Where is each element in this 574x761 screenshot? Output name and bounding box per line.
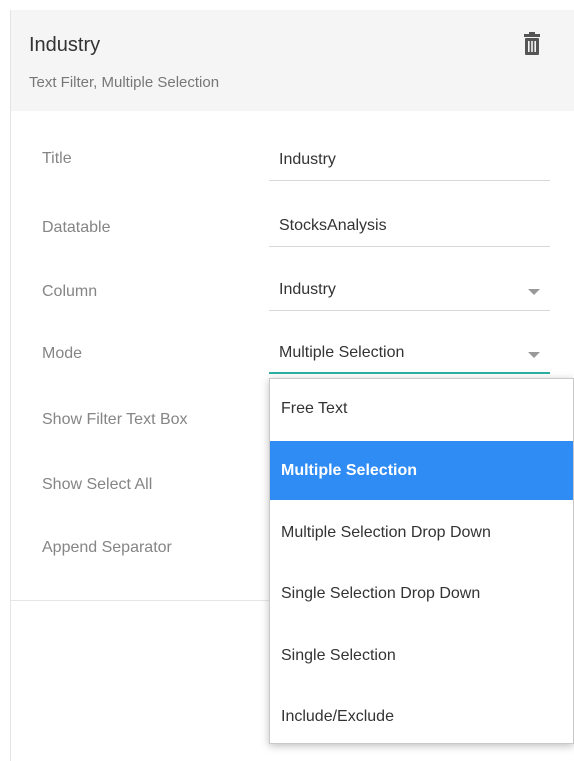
column-label: Column [42, 283, 98, 300]
mode-select[interactable]: Multiple Selection [269, 336, 550, 374]
show-filter-text-box-label: Show Filter Text Box [42, 411, 188, 428]
mode-option-include-exclude[interactable]: Include/Exclude [270, 687, 573, 743]
mode-option-multiple-selection[interactable]: Multiple Selection [270, 441, 573, 500]
title-field-value: Industry [279, 151, 336, 168]
mode-option-single-selection[interactable]: Single Selection [270, 626, 573, 685]
datatable-field[interactable]: StocksAnalysis [269, 209, 550, 247]
datatable-label: Datatable [42, 219, 111, 236]
column-select-value: Industry [279, 281, 336, 298]
datatable-field-value: StocksAnalysis [279, 217, 387, 234]
trash-icon[interactable] [522, 32, 542, 56]
caret-down-icon [528, 289, 540, 295]
title-label: Title [42, 150, 72, 167]
mode-option-single-selection-drop-down[interactable]: Single Selection Drop Down [270, 564, 573, 623]
mode-select-value: Multiple Selection [279, 344, 405, 361]
show-select-all-label: Show Select All [42, 476, 153, 493]
section-divider [11, 600, 271, 601]
mode-option-multiple-selection-drop-down[interactable]: Multiple Selection Drop Down [270, 503, 573, 562]
title-field[interactable]: Industry [269, 143, 550, 181]
caret-down-icon [528, 352, 540, 358]
filter-header: Industry Text Filter, Multiple Selection [11, 10, 574, 111]
column-select[interactable]: Industry [269, 273, 550, 311]
filter-title: Industry [29, 34, 101, 56]
filter-subtitle: Text Filter, Multiple Selection [29, 74, 220, 91]
mode-label: Mode [42, 345, 83, 362]
mode-option-free-text[interactable]: Free Text [270, 379, 573, 438]
mode-dropdown-list[interactable]: Free Text Multiple Selection Multiple Se… [269, 378, 574, 744]
append-separator-label: Append Separator [42, 539, 172, 556]
